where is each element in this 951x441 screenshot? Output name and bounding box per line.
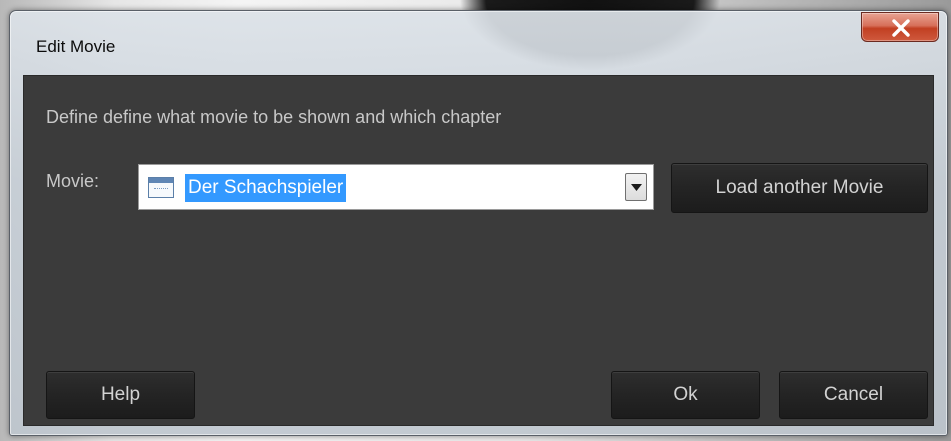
movie-file-icon [148, 177, 174, 198]
cancel-button[interactable]: Cancel [779, 371, 928, 419]
dialog-content: Define define what movie to be shown and… [23, 75, 934, 426]
help-button[interactable]: Help [46, 371, 195, 419]
dialog-description: Define define what movie to be shown and… [46, 107, 502, 127]
edit-movie-dialog: Edit Movie Define define what movie to b… [9, 10, 948, 436]
movie-select-value[interactable]: Der Schachspieler [185, 174, 347, 202]
title-bar[interactable]: Edit Movie [10, 11, 947, 75]
ok-button[interactable]: Ok [611, 371, 760, 419]
movie-label: Movie: [46, 171, 100, 191]
dropdown-button[interactable] [625, 173, 647, 201]
load-another-movie-button[interactable]: Load another Movie [671, 163, 928, 213]
window-title: Edit Movie [36, 37, 116, 56]
close-button[interactable] [861, 12, 939, 42]
movie-select[interactable]: Der Schachspieler [138, 164, 654, 210]
